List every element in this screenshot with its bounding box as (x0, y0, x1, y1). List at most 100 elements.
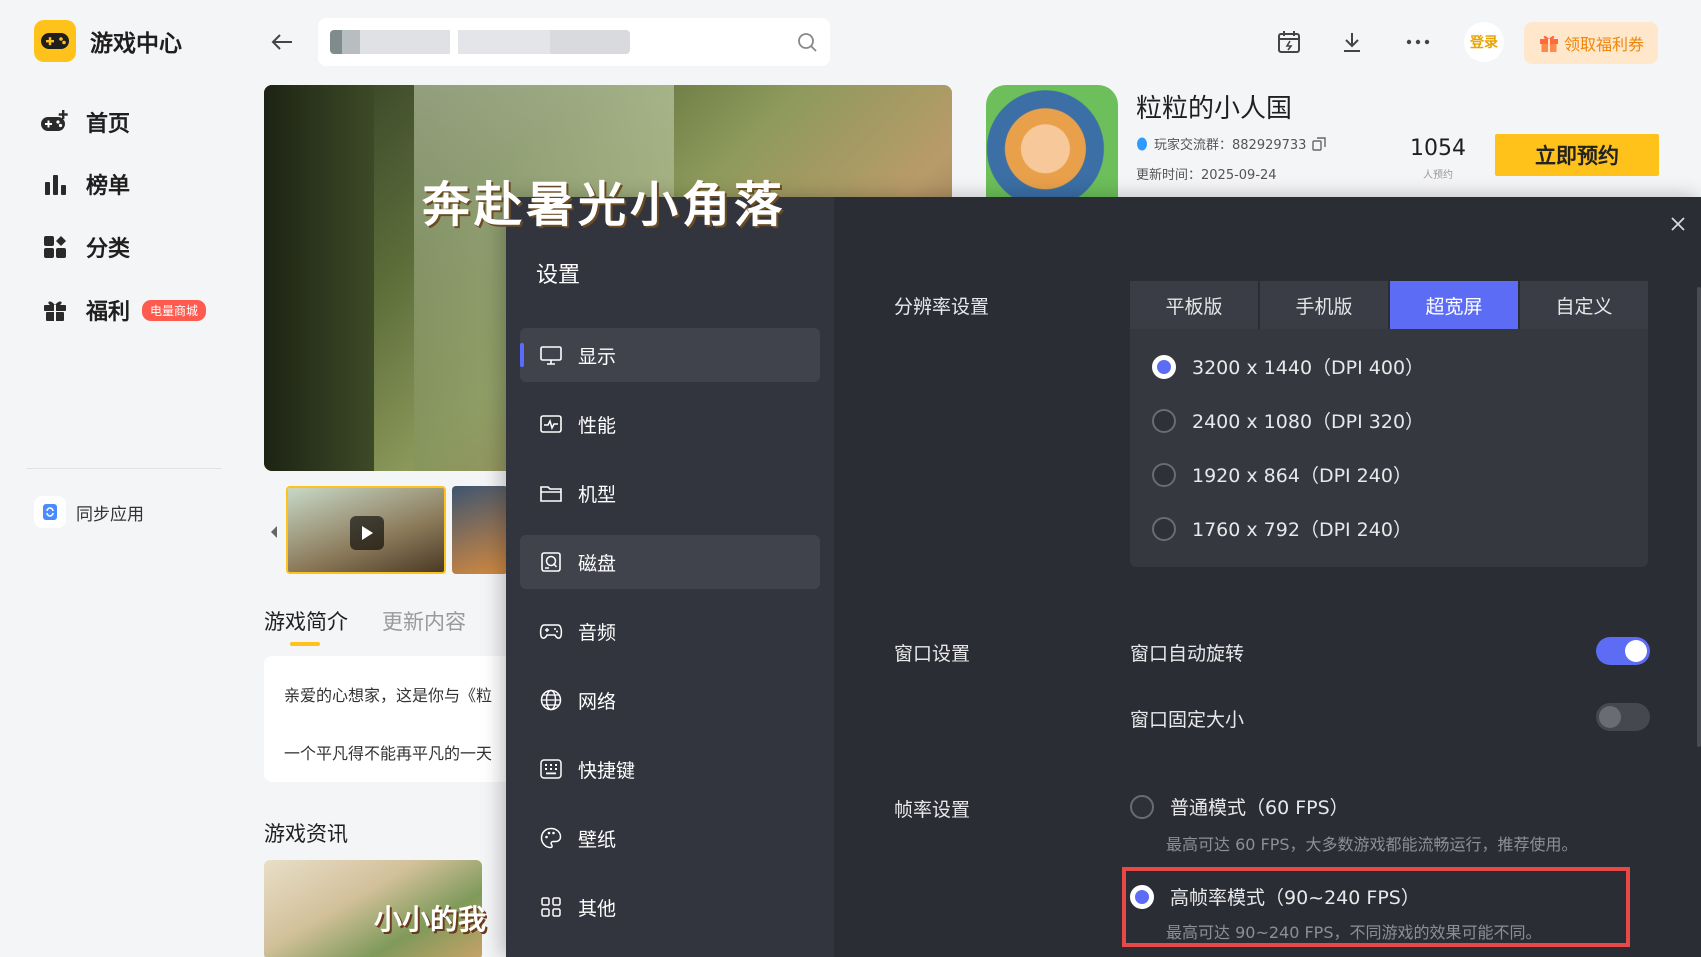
game-icon (986, 85, 1118, 201)
resolution-option[interactable]: 1760 x 792（DPI 240） (1152, 515, 1412, 542)
thumbnails-prev-button[interactable] (268, 522, 280, 542)
sync-icon (34, 496, 66, 528)
resolution-type-tabs: 平板版 手机版 超宽屏 自定义 (1130, 281, 1648, 329)
claim-coupon-label: 领取福利券 (1563, 35, 1644, 54)
download-button[interactable] (1338, 28, 1366, 56)
tab-intro[interactable]: 游戏简介 (264, 606, 348, 646)
qq-group-text: 玩家交流群：882929733 (1154, 138, 1307, 153)
shop-badge: 电量商城 (142, 299, 207, 321)
radio-button[interactable] (1152, 462, 1176, 487)
menu-label: 网络 (578, 690, 617, 713)
close-button[interactable] (1665, 211, 1691, 237)
fps-high-label: 高帧率模式（90~240 FPS） (1170, 887, 1420, 909)
close-icon (1671, 217, 1685, 231)
sidebar-item-welfare[interactable]: 福利 电量商城 (40, 294, 207, 326)
fixed-size-label: 窗口固定大小 (1130, 709, 1245, 731)
intro-line: 亲爱的心想家，这是你与《粒 (284, 686, 493, 705)
tab-tablet[interactable]: 平板版 (1130, 281, 1258, 329)
radio-button[interactable] (1130, 794, 1154, 819)
tab-custom[interactable]: 自定义 (1520, 281, 1648, 329)
sync-apps-button[interactable]: 同步应用 (34, 496, 144, 528)
sidebar-item-label: 分类 (86, 237, 131, 262)
tab-phone[interactable]: 手机版 (1260, 281, 1388, 329)
settings-menu-disk[interactable]: 磁盘 (520, 535, 820, 589)
image-thumbnail[interactable] (452, 486, 508, 574)
grid-icon (538, 894, 564, 920)
app-title: 游戏中心 (90, 31, 182, 57)
claim-coupon-button[interactable]: 领取福利券 (1524, 22, 1658, 64)
sidebar-item-rankings[interactable]: 榜单 (40, 168, 130, 200)
resolution-option-label: 1760 x 792（DPI 240） (1192, 519, 1412, 541)
resolution-option-label: 3200 x 1440（DPI 400） (1192, 357, 1425, 379)
menu-label: 快捷键 (578, 759, 636, 782)
globe-icon (538, 687, 564, 713)
fixed-size-toggle[interactable] (1596, 703, 1650, 731)
gift-icon (40, 295, 70, 325)
fps-high-option[interactable]: 高帧率模式（90~240 FPS） (1130, 883, 1420, 910)
tab-updates[interactable]: 更新内容 (382, 606, 466, 636)
settings-menu-device[interactable]: 机型 (520, 466, 820, 520)
fps-section-label: 帧率设置 (894, 799, 971, 821)
radio-button[interactable] (1130, 884, 1154, 909)
back-button[interactable] (266, 28, 298, 56)
news-title: 游戏资讯 (264, 822, 348, 846)
more-button[interactable] (1404, 28, 1432, 56)
search-input[interactable] (318, 18, 830, 66)
play-icon (350, 516, 384, 550)
folder-icon (538, 480, 564, 506)
sidebar-item-label: 福利 (86, 300, 131, 325)
disk-icon (538, 549, 564, 575)
auto-rotate-label: 窗口自动旋转 (1130, 643, 1245, 665)
palette-icon (538, 825, 564, 851)
more-dots-icon (1406, 39, 1430, 45)
login-button[interactable]: 登录 (1464, 22, 1504, 62)
settings-dialog: 设置 显示 性能 机型 磁盘 音频 网络 快捷键 壁纸 其他 分辨率设置 平板版… (506, 197, 1701, 957)
video-thumbnail[interactable] (286, 486, 446, 574)
settings-menu-network[interactable]: 网络 (520, 673, 820, 727)
gamepad-icon (538, 618, 564, 644)
fps-normal-option[interactable]: 普通模式（60 FPS） (1130, 793, 1349, 820)
resolution-section-label: 分辨率设置 (894, 296, 990, 318)
resolution-option[interactable]: 1920 x 864（DPI 240） (1152, 461, 1412, 488)
booking-count: 1054 (1410, 136, 1466, 161)
game-name: 粒粒的小人国 (1136, 94, 1293, 124)
brand: 游戏中心 (34, 20, 182, 62)
sidebar-item-label: 首页 (86, 112, 131, 137)
search-icon[interactable] (796, 31, 818, 53)
sidebar-item-home[interactable]: 首页 (40, 106, 130, 138)
settings-menu: 设置 显示 性能 机型 磁盘 音频 网络 快捷键 壁纸 其他 (506, 197, 834, 957)
copy-icon[interactable] (1312, 136, 1327, 151)
settings-scrollbar[interactable] (1695, 287, 1701, 937)
radio-button[interactable] (1152, 408, 1176, 433)
settings-menu-display[interactable]: 显示 (520, 328, 820, 382)
scrollbar-thumb[interactable] (1697, 287, 1701, 747)
auto-rotate-toggle[interactable] (1596, 637, 1650, 665)
tab-ultrawide[interactable]: 超宽屏 (1390, 281, 1518, 329)
radio-button[interactable] (1152, 354, 1176, 379)
gift-box-icon (1539, 35, 1558, 52)
download-icon (1344, 33, 1360, 52)
resolution-option[interactable]: 2400 x 1080（DPI 320） (1152, 407, 1424, 434)
category-icon (40, 232, 70, 262)
calendar-button[interactable] (1275, 28, 1303, 56)
settings-menu-wallpaper[interactable]: 壁纸 (520, 811, 820, 865)
settings-menu-shortcuts[interactable]: 快捷键 (520, 742, 820, 796)
news-image[interactable]: 小小的我 (264, 860, 486, 957)
resolution-option[interactable]: 3200 x 1440（DPI 400） (1152, 353, 1424, 380)
settings-menu-other[interactable]: 其他 (520, 880, 820, 934)
fps-high-description: 最高可达 90~240 FPS，不同游戏的效果可能不同。 (1166, 923, 1542, 942)
gamepad-plus-icon (40, 107, 70, 137)
banner-title: 奔赴暑光小角落 (422, 177, 787, 233)
gamepad-logo-icon (34, 20, 76, 62)
radio-button[interactable] (1152, 516, 1176, 541)
window-section-label: 窗口设置 (894, 643, 971, 665)
settings-menu-performance[interactable]: 性能 (520, 397, 820, 451)
reserve-button[interactable]: 立即预约 (1495, 134, 1659, 176)
menu-label: 壁纸 (578, 828, 617, 851)
intro-card: 亲爱的心想家，这是你与《粒 一个平凡得不能再平凡的一天 (264, 656, 524, 782)
search-bar[interactable] (318, 18, 830, 66)
sidebar-item-categories[interactable]: 分类 (40, 231, 130, 263)
menu-label: 机型 (578, 483, 617, 506)
qq-group: 玩家交流群：882929733 (1136, 134, 1327, 153)
settings-menu-audio[interactable]: 音频 (520, 604, 820, 658)
